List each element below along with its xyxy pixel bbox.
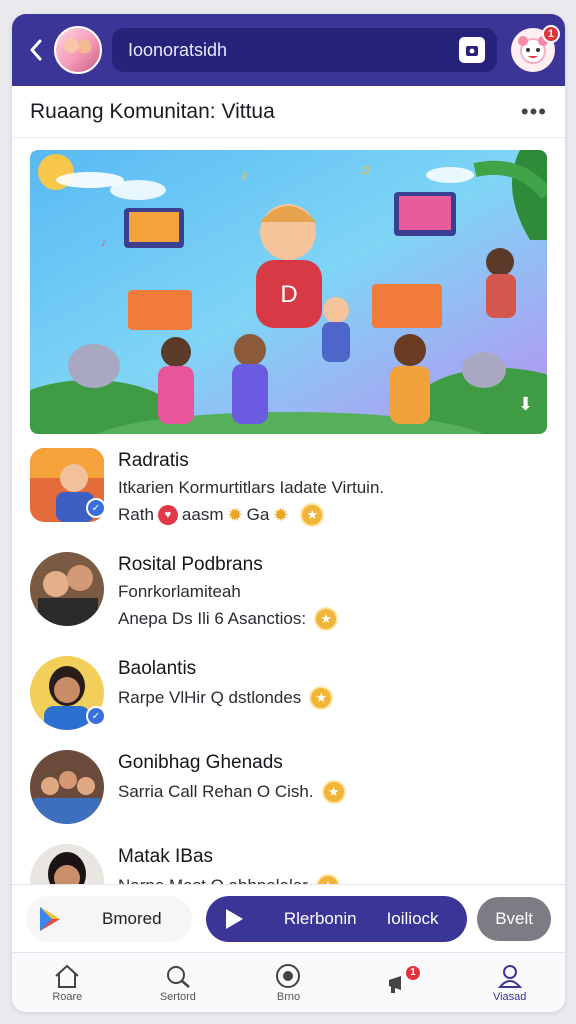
verified-icon: ✓ [86,706,106,726]
phone-screen: Ioonoratsidh 1 Ruaang Komunitan: Vittua [12,14,565,1012]
hero-banner[interactable]: D ♪ ♫ ♪ ⬇ [30,150,547,434]
community-list: ✓ Radratis Itkarien Kormurtitlars Iadate… [12,448,565,918]
play-icon [225,908,243,929]
notification-badge: 1 [541,25,560,43]
play-store-icon [40,906,60,931]
radio-label-secondary: Ioiliock [386,908,439,928]
nav-home[interactable]: Roare [22,963,112,1003]
avatar: ✓ [30,448,106,522]
item-subtitle-text: Sarria Call Rehan O Cish. [118,782,314,801]
item-stat-text: Anepa Ds Ili 6 Asanctios: [118,609,307,628]
nav-alerts-badge: 1 [404,963,423,982]
item-subtitle-text: Rarpe VlHir Q dstlondes [118,688,302,707]
play-radio-button[interactable]: Rlerbonin Ioiliock [205,895,468,942]
radio-label: Rlerbonin [283,908,357,928]
record-icon [276,963,301,988]
item-stat-text-b: aasm [181,505,224,524]
action-bar: Bmored Rlerbonin Ioiliock Bvelt [12,884,565,952]
community-party-illustration: D ♪ ♫ ♪ ⬇ [30,150,547,434]
avatar-image [30,552,104,626]
svg-text:⬇: ⬇ [518,394,533,414]
item-name: Baolantis [118,658,197,679]
item-subtitle: Rarpe VlHir Q dstlondes ★ [118,686,334,710]
heart-icon[interactable]: ♥ [157,505,178,525]
sun-icon: ✹ [227,504,243,525]
search-icon [166,965,190,988]
svg-text:♪: ♪ [240,167,248,184]
list-item[interactable]: Rosital Podbrans Fonrkorlamiteah Anepa D… [12,552,565,636]
back-button[interactable] [26,35,46,65]
sun-icon: ✹ [273,504,289,525]
item-subtitle: Itkarien Kormurtitlars Iadate Virtuin. [118,478,385,497]
svg-text:D: D [280,281,297,308]
bottom-nav: Roare Sertord Brno 1 Viasad [12,952,565,1012]
list-item[interactable]: ✓ Radratis Itkarien Kormurtitlars Iadate… [12,448,565,532]
avatar [30,552,104,626]
verified-icon: ✓ [86,498,106,518]
avatar [30,750,104,824]
home-icon [55,964,79,988]
page-title: Ruaang Komunitan: Vittua [30,99,275,123]
top-bar: Ioonoratsidh 1 [12,14,565,86]
svg-text:♫: ♫ [360,161,371,177]
group-avatar[interactable] [54,26,102,74]
star-icon[interactable]: ★ [309,686,334,710]
item-stats: Rath ♥ aasm ✹ Ga ✹ ★ [118,503,384,527]
search-input[interactable]: Ioonoratsidh [112,28,497,72]
nav-center[interactable]: Brno [243,963,333,1003]
lock-glyph [466,46,478,56]
star-icon[interactable]: ★ [321,780,346,804]
item-meta: Rosital Podbrans Fonrkorlamiteah Anepa D… [118,552,339,636]
item-name: Matak IBas [118,846,214,867]
list-item[interactable]: Gonibhag Ghenads Sarria Call Rehan O Cis… [12,750,565,824]
nav-home-label: Roare [52,990,83,1003]
profile-icon [497,964,522,988]
item-name: Rosital Podbrans [118,554,263,575]
nav-center-label: Brno [276,990,301,1003]
item-subtitle: Sarria Call Rehan O Cish. ★ [118,780,346,804]
item-meta: Gonibhag Ghenads Sarria Call Rehan O Cis… [118,750,346,809]
item-name: Radratis [118,450,189,471]
store-button[interactable]: Bmored [26,895,192,942]
more-options-icon[interactable]: ••• [521,99,547,125]
nav-search[interactable]: Sertord [133,963,223,1003]
item-meta: Baolantis Rarpe VlHir Q dstlondes ★ [118,656,334,715]
search-text: Ioonoratsidh [128,39,228,60]
star-icon[interactable]: ★ [300,503,325,527]
avatar-illustration [30,552,104,626]
item-meta: Radratis Itkarien Kormurtitlars Iadate V… [118,448,384,532]
nav-profile[interactable]: Viasad [465,963,555,1003]
item-name: Gonibhag Ghenads [118,752,283,773]
title-row: Ruaang Komunitan: Vittua ••• [12,86,565,138]
star-icon[interactable]: ★ [314,607,339,631]
avatar-image [30,750,104,824]
item-stat-text: Rath [118,505,154,524]
back-arrow-icon [30,39,42,61]
lock-icon[interactable] [459,37,485,63]
list-item[interactable]: ✓ Baolantis Rarpe VlHir Q dstlondes ★ [12,656,565,730]
item-stats: Anepa Ds Ili 6 Asanctios: ★ [118,607,339,631]
secondary-button[interactable]: Bvelt [477,896,551,941]
nav-alerts[interactable]: 1 [354,963,444,996]
item-subtitle: Fonrkorlamiteah [118,582,241,601]
svg-text:♪: ♪ [100,233,107,249]
avatar-illustration [30,750,104,824]
item-stat-text-c: Ga [246,505,270,524]
avatar: ✓ [30,656,106,730]
nav-profile-label: Viasad [492,990,527,1003]
nav-search-label: Sertord [159,990,196,1003]
store-label: Bmored [102,908,162,928]
mascot-notifications-button[interactable]: 1 [511,25,560,72]
